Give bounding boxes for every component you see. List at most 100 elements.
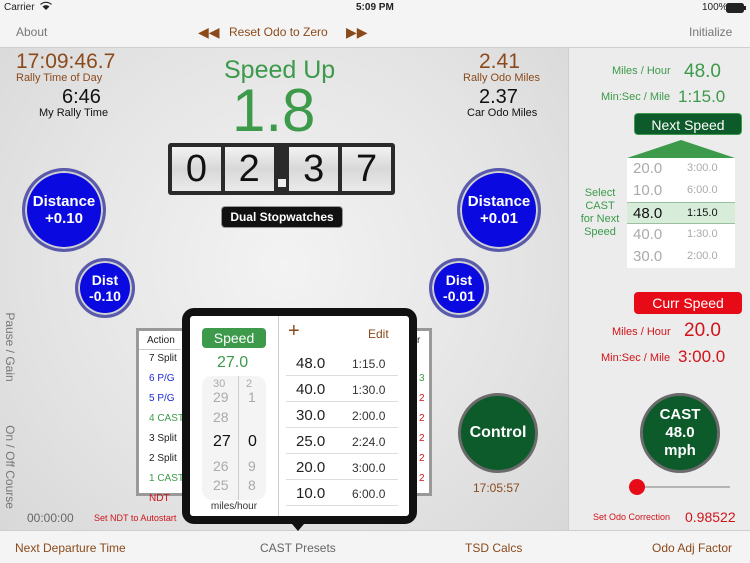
table-row[interactable]: 1 CAST xyxy=(149,473,184,484)
table-divider xyxy=(139,349,181,350)
curr-speed-button[interactable]: Curr Speed xyxy=(634,292,742,314)
odometer-decimal xyxy=(277,147,286,191)
pause-gain-label[interactable]: Pause / Gain xyxy=(3,307,17,387)
picker-item: 9 xyxy=(248,458,256,474)
tab-odo-adj[interactable]: Odo Adj Factor xyxy=(652,541,732,555)
preset-pace: 6:00.0 xyxy=(352,487,386,501)
cast-list-item[interactable]: 48.0 1:15.0 xyxy=(627,202,735,224)
distance-label: Distance xyxy=(467,193,531,210)
table-right-cell: 2 xyxy=(419,393,425,404)
dual-stopwatches-button[interactable]: Dual Stopwatches xyxy=(221,206,343,228)
reset-odo-button[interactable]: Reset Odo to Zero xyxy=(229,25,328,39)
cast-speed: 20.0 xyxy=(633,160,663,177)
table-right-cell: 2 xyxy=(419,413,425,424)
control-button[interactable]: Control xyxy=(458,393,538,473)
speed-picker[interactable]: 30 2 29 28 27 26 25 1 0 9 8 xyxy=(202,376,266,500)
tab-cast-presets[interactable]: CAST Presets xyxy=(260,541,336,555)
cast-list-item[interactable]: 30.0 2:00.0 xyxy=(627,246,735,268)
my-rally-time: 6:46 xyxy=(62,86,101,108)
preset-list[interactable]: 48.0 1:15.0 40.0 1:30.0 30.0 2:00.0 25.0 2:24.0… xyxy=(286,350,398,516)
preset-row[interactable]: 30.0 2:00.0 xyxy=(286,402,398,428)
dist-minus-001-button[interactable]: Dist -0.01 xyxy=(429,258,489,318)
odometer-digit: 3 xyxy=(289,147,339,191)
set-odo-correction-button[interactable]: Set Odo Correction xyxy=(593,512,670,522)
distance-plus-010-button[interactable]: Distance +0.10 xyxy=(22,168,106,252)
cast-pace: 6:00.0 xyxy=(687,184,718,196)
table-row[interactable]: 2 Split xyxy=(149,453,177,464)
distance-plus-001-button[interactable]: Distance +0.01 xyxy=(457,168,541,252)
cast-select-list[interactable]: 20.0 3:00.0 10.0 6:00.0 48.0 1:15.0 40.0 1:30.0… xyxy=(627,158,735,268)
about-button[interactable]: About xyxy=(16,25,47,39)
select-label-line: for Next xyxy=(580,213,620,225)
table-right-cell: 3 xyxy=(419,373,425,384)
fast-forward-icon[interactable]: ▶▶ xyxy=(346,24,368,41)
preset-pace: 2:00.0 xyxy=(352,409,386,423)
odometer: 0 2 3 7 xyxy=(168,143,395,195)
select-label-line: Speed xyxy=(584,226,616,238)
table-header: Action xyxy=(147,335,175,346)
cast-pace: 1:15.0 xyxy=(687,207,718,219)
table-row[interactable]: 7 Split xyxy=(149,353,177,364)
speed-slider-thumb[interactable] xyxy=(629,479,645,495)
cast-list-item[interactable]: 20.0 3:00.0 xyxy=(627,158,735,180)
cast-unit: mph xyxy=(664,442,696,459)
preset-row[interactable]: 10.0 6:00.0 xyxy=(286,480,398,506)
dist-minus-010-button[interactable]: Dist -0.10 xyxy=(75,258,135,318)
odometer-digit: 7 xyxy=(342,147,391,191)
cast-presets-popover: Speed 27.0 30 2 29 28 27 26 25 1 0 9 8 m… xyxy=(182,308,417,524)
tab-next-departure[interactable]: Next Departure Time xyxy=(15,541,126,555)
table-row[interactable]: 4 CAST xyxy=(149,413,184,424)
popover-divider xyxy=(278,316,279,516)
table-right-header: r xyxy=(417,335,421,346)
next-speed-button[interactable]: Next Speed xyxy=(634,113,742,135)
table-row[interactable]: 6 P/G xyxy=(149,373,175,384)
rally-time-of-day: 17:09:46.7 xyxy=(16,50,116,73)
next-pace-value: 1:15.0 xyxy=(678,87,726,106)
distance-value: +0.10 xyxy=(45,210,83,227)
cast-button[interactable]: CAST 48.0 mph xyxy=(640,393,720,473)
battery-icon xyxy=(726,3,746,16)
select-cast-label: Select CAST for Next Speed xyxy=(578,187,622,239)
preset-row[interactable]: 20.0 3:00.0 xyxy=(286,454,398,480)
cast-list-up-arrow xyxy=(627,138,735,158)
table-row[interactable]: 5 P/G xyxy=(149,393,175,404)
cast-speed: 30.0 xyxy=(633,248,663,265)
picker-item: 8 xyxy=(248,477,256,493)
cast-list-item[interactable]: 10.0 6:00.0 xyxy=(627,180,735,202)
curr-mph-label: Miles / Hour xyxy=(612,326,671,338)
picker-speed-value: 27.0 xyxy=(217,354,249,371)
rally-odo-miles: 2.41 xyxy=(479,50,520,73)
tab-tsd-calcs[interactable]: TSD Calcs xyxy=(465,541,522,555)
next-mph-value: 48.0 xyxy=(684,61,721,82)
speed-button[interactable]: Speed xyxy=(202,328,266,348)
rally-time-of-day-label: Rally Time of Day xyxy=(16,72,103,84)
picker-item: 25 xyxy=(213,477,229,493)
car-odo-miles: 2.37 xyxy=(479,86,518,108)
rewind-icon[interactable]: ◀◀ xyxy=(198,24,220,41)
preset-speed: 40.0 xyxy=(296,381,326,398)
curr-pace-value: 3:00.0 xyxy=(678,347,726,366)
dist-label: Dist xyxy=(91,272,119,288)
add-preset-button[interactable]: + xyxy=(288,320,300,343)
initialize-button[interactable]: Initialize xyxy=(689,25,732,39)
battery-percent: 100% xyxy=(702,2,728,13)
table-row[interactable]: NDT xyxy=(149,493,170,504)
speed-slider-track[interactable] xyxy=(636,486,730,488)
dist-value: -0.10 xyxy=(89,288,121,304)
picker-unit: miles/hour xyxy=(210,501,258,512)
curr-mph-value: 20.0 xyxy=(684,320,721,341)
preset-speed: 10.0 xyxy=(296,485,326,502)
table-row[interactable]: 3 Split xyxy=(149,433,177,444)
select-label-line: Select xyxy=(584,187,616,199)
picker-item: 29 xyxy=(213,389,229,405)
preset-row[interactable]: 40.0 1:30.0 xyxy=(286,376,398,402)
on-off-course-label[interactable]: On / Off Course xyxy=(3,417,17,517)
preset-row[interactable]: 25.0 2:24.0 xyxy=(286,428,398,454)
edit-button[interactable]: Edit xyxy=(368,327,389,341)
preset-row[interactable]: 48.0 1:15.0 xyxy=(286,350,398,376)
preset-pace: 2:24.0 xyxy=(352,435,386,449)
set-ndt-autostart-button[interactable]: Set NDT to Autostart xyxy=(94,513,182,525)
cast-list-item[interactable]: 40.0 1:30.0 xyxy=(627,224,735,246)
cast-value: 48.0 xyxy=(665,424,695,441)
car-odo-miles-label: Car Odo Miles xyxy=(467,107,538,119)
